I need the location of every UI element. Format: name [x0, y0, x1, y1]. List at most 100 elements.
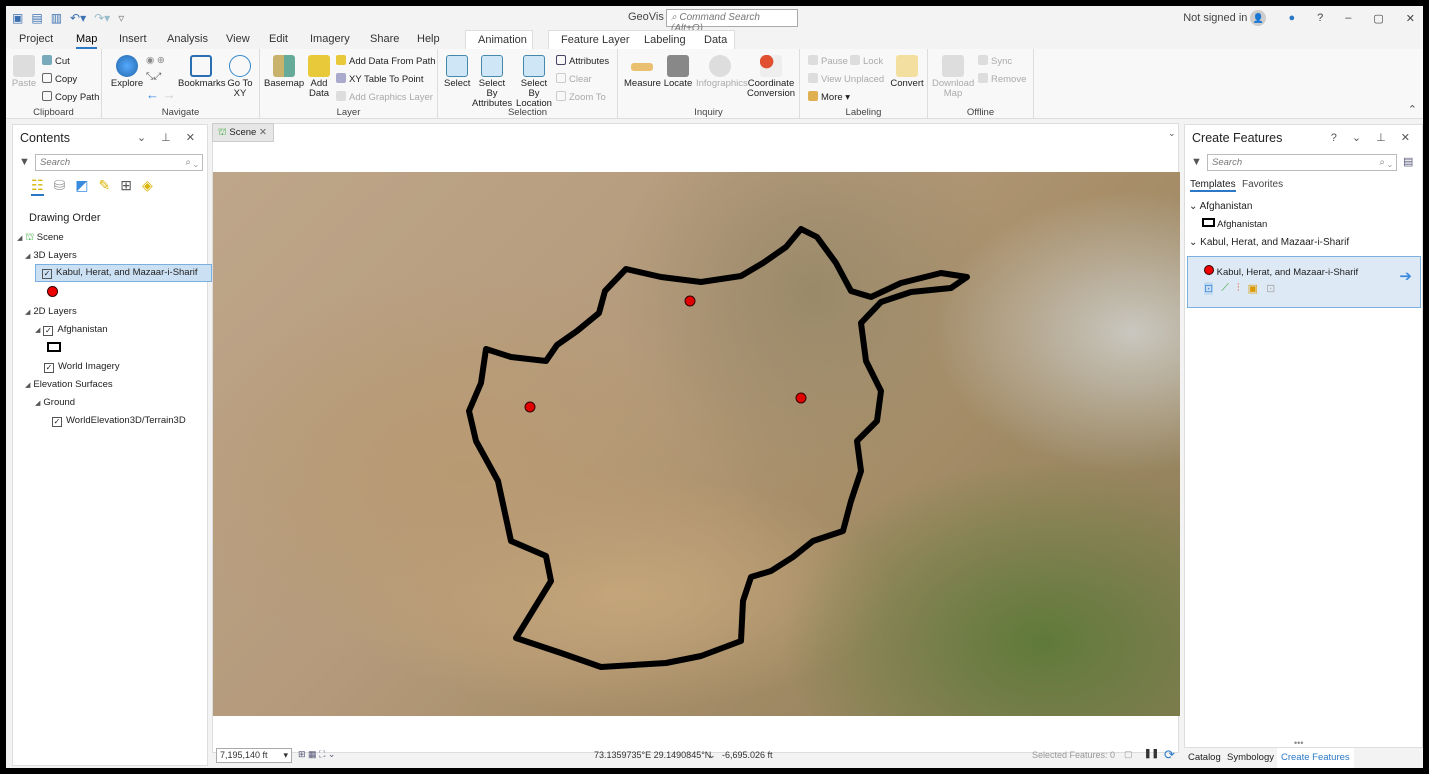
new-project-icon[interactable]: ▣	[12, 11, 23, 25]
template-cities[interactable]: Kabul, Herat, and Mazaar-i-Sharif ⊡ ⟋ ⫶ …	[1187, 256, 1421, 308]
filter-icon[interactable]: ▢	[1124, 749, 1133, 760]
view-tools-icons[interactable]: ⊞ ▦ ⛶ ⌄	[298, 749, 335, 760]
coordinate-format-icon[interactable]: ⌄	[708, 750, 716, 761]
more-button[interactable]: More ▾	[808, 91, 850, 103]
tab-project[interactable]: Project	[19, 33, 53, 45]
tab-templates[interactable]: Templates	[1190, 179, 1236, 192]
tab-edit[interactable]: Edit	[269, 33, 288, 45]
tab-help[interactable]: Help	[417, 33, 440, 45]
basemap-button[interactable]: Basemap	[264, 55, 304, 89]
xy-point-icon[interactable]: ⊡	[1266, 282, 1275, 295]
tree-item-2d-layers[interactable]: ◢ 2D Layers	[25, 306, 77, 317]
tree-item-scene[interactable]: ◢ ⛫ Scene	[17, 232, 64, 244]
explore-button[interactable]: Explore	[110, 55, 144, 89]
tree-item-3d-layers[interactable]: ◢ 3D Layers	[25, 250, 77, 261]
tab-imagery[interactable]: Imagery	[310, 33, 350, 45]
snapping-icon[interactable]: ⊞	[120, 177, 132, 196]
city-point-mazaar-i-sharif[interactable]	[684, 295, 696, 307]
tree-item-elevation-surfaces[interactable]: ◢ Elevation Surfaces	[25, 379, 113, 390]
attributes-button[interactable]: Attributes	[556, 55, 609, 67]
avatar[interactable]: 👤	[1250, 10, 1267, 26]
full-extent-icon[interactable]: ◉ ⊕	[146, 55, 165, 66]
scale-selector[interactable]: 7,195,140 ft ▾	[216, 748, 292, 763]
manage-templates-icon[interactable]: ▤	[1403, 155, 1413, 168]
expand-icon[interactable]: ◢	[35, 327, 40, 334]
point-tool-icon[interactable]: ⊡	[1204, 282, 1214, 295]
city-point-kabul[interactable]	[795, 392, 807, 404]
visibility-checkbox[interactable]: ✓	[42, 269, 52, 279]
coordinate-conversion-button[interactable]: Coordinate Conversion	[746, 55, 796, 99]
zoom-to-button[interactable]: Zoom To	[556, 91, 606, 103]
pane-controls[interactable]: ⌄ ⊥ ✕	[137, 131, 201, 144]
refresh-icon[interactable]: ⟳	[1164, 747, 1175, 763]
copy-path-button[interactable]: Copy Path	[42, 91, 99, 103]
tab-insert[interactable]: Insert	[119, 33, 147, 45]
fixed-zoom-icon[interactable]: ⤡⤢	[146, 71, 161, 82]
city-point-herat[interactable]	[524, 401, 536, 413]
line-tool-icon[interactable]: ⟋	[1221, 282, 1229, 295]
remove-button[interactable]: Remove	[978, 73, 1026, 85]
add-graphics-layer-button[interactable]: Add Graphics Layer	[336, 91, 433, 103]
visibility-checkbox[interactable]: ✓	[43, 326, 54, 336]
maximize-button[interactable]: ▢	[1373, 12, 1383, 25]
expand-icon[interactable]: ◢	[35, 400, 40, 407]
locate-button[interactable]: Locate	[662, 55, 694, 89]
pane-grip-icon[interactable]: •••	[1294, 738, 1303, 748]
tab-share[interactable]: Share	[370, 33, 399, 45]
visibility-checkbox[interactable]: ✓	[52, 417, 62, 427]
select-button[interactable]: Select	[444, 55, 470, 89]
filter-icon[interactable]: ▼	[1191, 156, 1202, 168]
copy-button[interactable]: Copy	[42, 73, 77, 85]
cut-button[interactable]: Cut	[42, 55, 70, 67]
drawing-order-icon[interactable]: ☷	[31, 177, 44, 196]
tab-create-features[interactable]: Create Features	[1277, 748, 1354, 768]
template-group-afghanistan[interactable]: ⌄ Afghanistan	[1189, 201, 1252, 212]
templates-search-input[interactable]: Search ⌕ ⌄	[1207, 154, 1397, 171]
labeling-icon[interactable]: ◈	[142, 177, 153, 196]
save-icon[interactable]: ▥	[51, 11, 62, 25]
tab-catalog[interactable]: Catalog	[1188, 752, 1221, 763]
close-button[interactable]: ✕	[1406, 12, 1415, 25]
expand-icon[interactable]: ◢	[25, 382, 30, 389]
paste-button[interactable]: Paste	[10, 55, 38, 89]
bookmarks-button[interactable]: Bookmarks	[178, 55, 226, 89]
selected-features-count[interactable]: Selected Features: 0	[1032, 750, 1115, 760]
expand-icon[interactable]: ◢	[25, 253, 30, 260]
collapse-ribbon-icon[interactable]: ⌃	[1408, 103, 1417, 116]
tree-item-world-imagery[interactable]: ✓ World Imagery	[44, 361, 120, 373]
editing-icon[interactable]: ✎	[99, 177, 111, 196]
customize-icon[interactable]: ▿	[118, 11, 124, 25]
tree-item-cities-layer[interactable]: ✓ Kabul, Herat, and Mazaar-i-Sharif	[35, 264, 212, 282]
previous-extent-icon[interactable]: ← →	[146, 87, 176, 102]
tab-analysis[interactable]: Analysis	[167, 33, 208, 45]
scene-map-canvas[interactable]	[213, 172, 1180, 716]
open-icon[interactable]: ▤	[31, 11, 42, 25]
infographics-button[interactable]: Infographics	[696, 55, 748, 89]
expand-icon[interactable]: ◢	[25, 309, 30, 316]
convert-button[interactable]: Convert	[890, 55, 924, 89]
measure-button[interactable]: Measure	[624, 55, 661, 89]
data-source-icon[interactable]: ⛁	[54, 177, 66, 196]
selection-icon[interactable]: ◩	[75, 177, 88, 196]
points-along-line-icon[interactable]: ⫶	[1237, 282, 1240, 295]
xy-table-button[interactable]: XY Table To Point	[336, 73, 423, 85]
select-by-attributes-button[interactable]: Select By Attributes	[472, 55, 512, 109]
select-by-location-button[interactable]: Select By Location	[514, 55, 554, 109]
view-unplaced-button[interactable]: View Unplaced	[808, 73, 884, 85]
tab-animation[interactable]: Animation	[478, 34, 527, 46]
pause-drawing-icon[interactable]: ❚❚	[1144, 748, 1159, 759]
tab-labeling[interactable]: Labeling	[644, 34, 686, 46]
next-extent-icon[interactable]: →	[163, 87, 176, 102]
go-to-xy-button[interactable]: Go To XY	[226, 55, 254, 99]
arrow-right-icon[interactable]: ➔	[1399, 267, 1412, 285]
minimize-button[interactable]: –	[1345, 12, 1351, 24]
tab-symbology[interactable]: Symbology	[1227, 752, 1274, 763]
view-options-chevron-icon[interactable]: ⌄	[1168, 128, 1176, 139]
tree-item-ground[interactable]: ◢ Ground	[35, 397, 75, 408]
contents-search-input[interactable]: Search ⌕ ⌄	[35, 154, 203, 171]
tab-map[interactable]: Map	[76, 33, 98, 49]
help-icon[interactable]: ?	[1317, 12, 1323, 24]
clear-button[interactable]: Clear	[556, 73, 592, 85]
template-group-cities[interactable]: ⌄ Kabul, Herat, and Mazaar-i-Sharif	[1189, 237, 1349, 248]
visibility-checkbox[interactable]: ✓	[44, 363, 54, 373]
